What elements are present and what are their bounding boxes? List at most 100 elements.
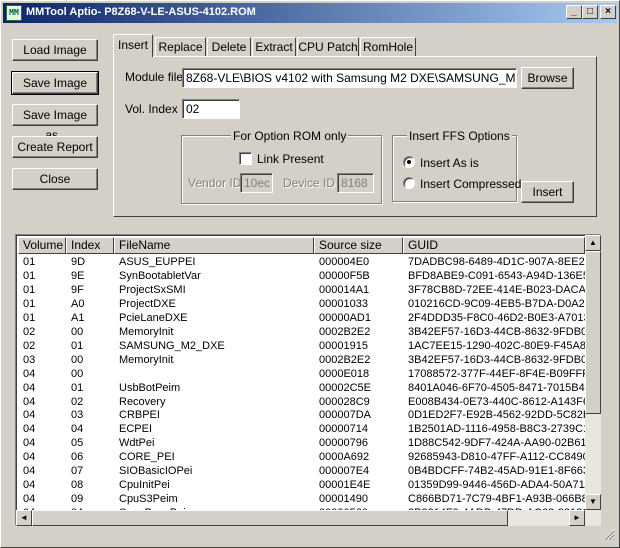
insert-button[interactable]: Insert: [521, 181, 574, 203]
create-report-button[interactable]: Create Report: [12, 136, 98, 158]
device-id-input[interactable]: 8168: [337, 173, 374, 193]
column-header-guid[interactable]: GUID: [403, 237, 585, 254]
load-image-button[interactable]: Load Image: [12, 39, 98, 61]
volume-cell: 04: [23, 381, 36, 394]
maximize-button[interactable]: □: [582, 5, 598, 19]
save-image-button[interactable]: Save Image: [11, 71, 99, 95]
filename-cell: CRBPEI: [119, 409, 160, 422]
guid-cell: 0D1ED2F7-E92B-4562-92DD-5C82E0: [408, 409, 588, 422]
volume-cell: 01: [23, 311, 36, 324]
browse-button[interactable]: Browse: [521, 67, 574, 89]
insert-compressed-label: Insert Compressed: [420, 177, 522, 191]
source-size-cell: 00002C5E: [319, 381, 371, 394]
index-cell: A0: [71, 297, 85, 310]
guid-cell: 1AC7EE15-1290-402C-80E9-F45A86: [408, 339, 588, 352]
table-row[interactable]: 01 A1 PcieLaneDXE 00000AD1 2F4DDD35-F8C0-46D…: [18, 311, 588, 325]
volume-cell: 01: [23, 283, 36, 296]
table-row[interactable]: 04 01 UsbBotPeim 00002C5E 8401A046-6F70-4505…: [18, 381, 588, 395]
save-image-as-button[interactable]: Save Image as..: [12, 104, 98, 142]
tab-delete[interactable]: Delete: [207, 37, 251, 57]
column-header-filename[interactable]: FileName: [114, 237, 314, 254]
index-cell: 01: [71, 381, 84, 394]
table-row[interactable]: 04 03 CRBPEI 000007DA 0D1ED2F7-E92B-4562-92D…: [18, 409, 588, 422]
filename-cell: ProjectDXE: [119, 297, 176, 310]
vol-index-label: Vol. Index: [125, 102, 178, 116]
guid-cell: 0B4BDCFF-74B2-45AD-91E1-8F6634: [408, 465, 588, 478]
index-cell: A1: [71, 311, 85, 324]
guid-cell: 17088572-377F-44EF-8F4E-B09FFF4: [408, 367, 588, 380]
column-header-source-size[interactable]: Source size: [314, 237, 403, 254]
guid-cell: BFD8ABE9-C091-6543-A94D-136E5E: [408, 269, 588, 282]
table-row[interactable]: 04 04 ECPEI 00000714 1B2501AD-1116-4958-B8C3…: [18, 423, 588, 436]
source-size-cell: 00000714: [319, 423, 368, 436]
table-row[interactable]: 04 06 CORE_PEI 0000A692 92685943-D810-47FF-A…: [18, 451, 588, 464]
guid-cell: 010216CD-9C09-4EB5-B7DA-D0A20: [408, 297, 588, 310]
option-rom-group: [181, 135, 382, 204]
ffs-options-group-title: Insert FFS Options: [407, 129, 512, 143]
table-row[interactable]: 01 9D ASUS_EUPPEI 000004E0 7DADBC98-6489-4D1…: [18, 256, 588, 269]
source-size-cell: 00000F5B: [319, 269, 370, 282]
source-size-cell: 000007DA: [319, 409, 371, 422]
device-id-label: Device ID: [283, 176, 336, 190]
volume-cell: 02: [23, 325, 36, 338]
title-bar[interactable]: MM MMTool Aptio- P8Z68-V-LE-ASUS-4102.RO…: [3, 3, 617, 23]
table-row[interactable]: 01 9F ProjectSxSMI 000014A1 3F78CB8D-72EE-41…: [18, 283, 588, 297]
filename-cell: CORE_PEI: [119, 451, 175, 464]
table-row[interactable]: 01 A0 ProjectDXE 00001033 010216CD-9C09-4EB5…: [18, 297, 588, 311]
vertical-scroll-thumb[interactable]: [585, 251, 601, 414]
link-present-checkbox[interactable]: [239, 152, 252, 165]
insert-compressed-radio[interactable]: [403, 177, 415, 189]
volume-cell: 04: [23, 437, 36, 450]
table-row[interactable]: 04 09 CpuS3Peim 00001490 C866BD71-7C79-4BF1-…: [18, 493, 588, 506]
module-file-input[interactable]: 8Z68-VLE\BIOS v4102 with Samsung M2 DXE\…: [182, 68, 517, 88]
radio-selected-dot: [407, 160, 411, 164]
index-cell: 05: [71, 437, 84, 450]
filename-cell: SAMSUNG_M2_DXE: [119, 339, 225, 352]
table-row[interactable]: 03 00 MemoryInit 0002B2E2 3B42EF57-16D3-44CB…: [18, 353, 588, 367]
close-button[interactable]: Close: [12, 168, 98, 190]
guid-cell: 3B42EF57-16D3-44CB-8632-9FDB06: [408, 353, 588, 366]
column-header-volume[interactable]: Volume: [18, 237, 66, 254]
table-row[interactable]: 01 9E SynBootabletVar 00000F5B BFD8ABE9-C091…: [18, 269, 588, 283]
tab-extract[interactable]: Extract: [252, 37, 296, 57]
filename-cell: ProjectSxSMI: [119, 283, 186, 296]
volume-cell: 04: [23, 493, 36, 506]
vertical-scrollbar[interactable]: ▲ ▼: [585, 235, 601, 526]
filename-cell: PcieLaneDXE: [119, 311, 188, 324]
table-row[interactable]: 04 05 WdtPei 00000796 1D88C542-9DF7-424A-AA9…: [18, 437, 588, 450]
table-row[interactable]: 04 08 CpuInitPei 00001E4E 01359D99-9446-456D…: [18, 479, 588, 492]
vol-index-input[interactable]: 02: [182, 99, 240, 119]
scroll-up-button[interactable]: ▲: [585, 235, 601, 251]
table-row[interactable]: 04 00 0000E018 17088572-377F-44EF-8F4E-B09F…: [18, 367, 588, 381]
source-size-cell: 0002B2E2: [319, 353, 371, 366]
tab-romhole[interactable]: RomHole: [360, 37, 416, 57]
index-cell: 04: [71, 423, 84, 436]
scroll-down-button[interactable]: ▼: [585, 494, 601, 510]
scroll-right-button[interactable]: ►: [569, 510, 585, 526]
guid-cell: 92685943-D810-47FF-A112-CC84907: [408, 451, 588, 464]
table-row[interactable]: 04 02 Recovery 000028C9 E008B434-0E73-440C-8…: [18, 396, 588, 409]
horizontal-scrollbar[interactable]: ◄ ►: [16, 510, 585, 526]
tab-cpu-patch[interactable]: CPU Patch: [297, 37, 359, 57]
volume-cell: 04: [23, 451, 36, 464]
table-row[interactable]: 02 00 MemoryInit 0002B2E2 3B42EF57-16D3-44CB…: [18, 325, 588, 339]
scroll-left-button[interactable]: ◄: [16, 510, 32, 526]
tab-replace[interactable]: Replace: [155, 37, 206, 57]
index-cell: 06: [71, 451, 84, 464]
table-row[interactable]: 02 01 SAMSUNG_M2_DXE 00001915 1AC7EE15-1290-…: [18, 339, 588, 353]
volume-cell: 04: [23, 479, 36, 492]
horizontal-scroll-thumb[interactable]: [32, 510, 508, 526]
filename-cell: CpuS3Peim: [119, 493, 178, 506]
module-table[interactable]: Volume Index FileName Source size GUID 0…: [15, 234, 601, 526]
resize-grip-icon[interactable]: [601, 527, 615, 541]
close-window-button[interactable]: ×: [600, 5, 616, 19]
column-header-index[interactable]: Index: [66, 237, 114, 254]
insert-as-is-radio[interactable]: [403, 156, 415, 168]
vendor-id-input[interactable]: 10ec: [240, 173, 273, 193]
filename-cell: ASUS_EUPPEI: [119, 256, 196, 268]
index-cell: 00: [71, 353, 84, 366]
table-row[interactable]: 04 07 SIOBasicIOPei 000007E4 0B4BDCFF-74B2-4…: [18, 465, 588, 478]
volume-cell: 04: [23, 367, 36, 380]
minimize-button[interactable]: _: [566, 5, 582, 19]
tab-insert[interactable]: Insert: [113, 34, 153, 57]
